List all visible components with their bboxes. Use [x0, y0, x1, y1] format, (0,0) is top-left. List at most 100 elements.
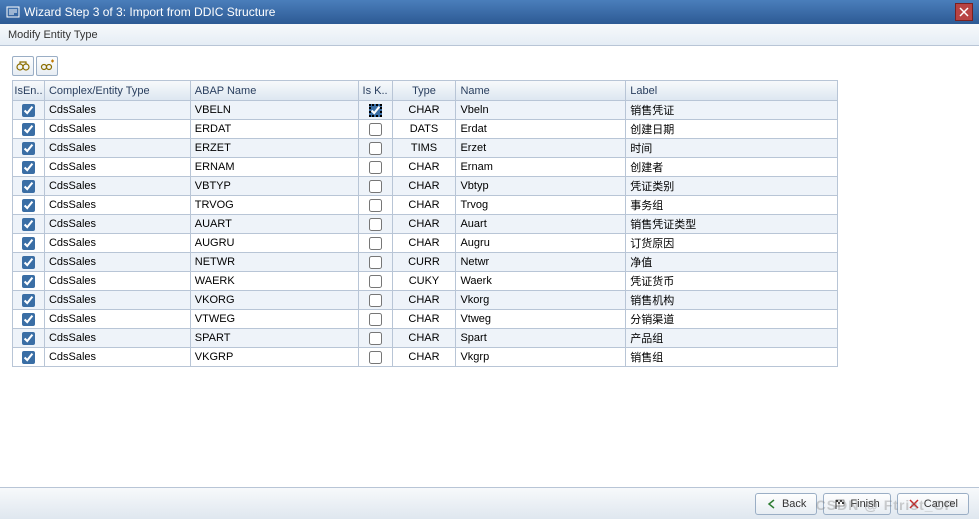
cell-abap[interactable]: ERDAT: [191, 120, 359, 139]
cell-label[interactable]: 产品组: [626, 329, 838, 348]
isk-checkbox[interactable]: [369, 237, 382, 250]
isen-checkbox[interactable]: [22, 294, 35, 307]
isen-checkbox[interactable]: [22, 104, 35, 117]
isen-checkbox[interactable]: [22, 275, 35, 288]
isen-checkbox[interactable]: [22, 313, 35, 326]
back-button[interactable]: Back: [755, 493, 817, 515]
cell-label[interactable]: 创建日期: [626, 120, 838, 139]
isk-checkbox[interactable]: [369, 218, 382, 231]
cell-abap[interactable]: AUGRU: [191, 234, 359, 253]
cell-type[interactable]: CURR: [393, 253, 457, 272]
cell-type[interactable]: CHAR: [393, 329, 457, 348]
cell-name[interactable]: Vkorg: [456, 291, 626, 310]
cell-label[interactable]: 凭证类别: [626, 177, 838, 196]
col-type[interactable]: Type: [393, 81, 457, 101]
isen-checkbox[interactable]: [22, 123, 35, 136]
cell-type[interactable]: CHAR: [393, 196, 457, 215]
isk-checkbox[interactable]: [369, 256, 382, 269]
isk-checkbox[interactable]: [369, 332, 382, 345]
cell-name[interactable]: Trvog: [456, 196, 626, 215]
cell-abap[interactable]: VTWEG: [191, 310, 359, 329]
cell-name[interactable]: Netwr: [456, 253, 626, 272]
cell-label[interactable]: 销售组: [626, 348, 838, 367]
cancel-button[interactable]: Cancel: [897, 493, 969, 515]
cell-name[interactable]: Vbtyp: [456, 177, 626, 196]
cell-label[interactable]: 时间: [626, 139, 838, 158]
cell-label[interactable]: 凭证货币: [626, 272, 838, 291]
cell-name[interactable]: Vtweg: [456, 310, 626, 329]
cell-entity[interactable]: CdsSales: [45, 120, 191, 139]
cell-label[interactable]: 事务组: [626, 196, 838, 215]
cell-label[interactable]: 净值: [626, 253, 838, 272]
isen-checkbox[interactable]: [22, 351, 35, 364]
cell-type[interactable]: DATS: [393, 120, 457, 139]
isk-checkbox[interactable]: [369, 180, 382, 193]
cell-type[interactable]: CHAR: [393, 101, 457, 120]
close-button[interactable]: [955, 3, 973, 21]
cell-type[interactable]: CHAR: [393, 310, 457, 329]
cell-entity[interactable]: CdsSales: [45, 310, 191, 329]
cell-name[interactable]: Augru: [456, 234, 626, 253]
isk-checkbox[interactable]: [369, 351, 382, 364]
isen-checkbox[interactable]: [22, 199, 35, 212]
cell-label[interactable]: 创建者: [626, 158, 838, 177]
cell-type[interactable]: CHAR: [393, 348, 457, 367]
cell-type[interactable]: CHAR: [393, 177, 457, 196]
find-button[interactable]: [12, 56, 34, 76]
isen-checkbox[interactable]: [22, 237, 35, 250]
isen-checkbox[interactable]: [22, 161, 35, 174]
isk-checkbox[interactable]: [369, 313, 382, 326]
cell-name[interactable]: Waerk: [456, 272, 626, 291]
cell-abap[interactable]: ERNAM: [191, 158, 359, 177]
cell-entity[interactable]: CdsSales: [45, 158, 191, 177]
cell-label[interactable]: 销售凭证: [626, 101, 838, 120]
cell-type[interactable]: TIMS: [393, 139, 457, 158]
cell-type[interactable]: CUKY: [393, 272, 457, 291]
cell-label[interactable]: 销售机构: [626, 291, 838, 310]
cell-name[interactable]: Erdat: [456, 120, 626, 139]
cell-type[interactable]: CHAR: [393, 291, 457, 310]
cell-entity[interactable]: CdsSales: [45, 253, 191, 272]
cell-abap[interactable]: AUART: [191, 215, 359, 234]
isk-checkbox[interactable]: [369, 294, 382, 307]
cell-abap[interactable]: NETWR: [191, 253, 359, 272]
isk-checkbox[interactable]: [369, 123, 382, 136]
isen-checkbox[interactable]: [22, 256, 35, 269]
col-label[interactable]: Label: [626, 81, 838, 101]
finish-button[interactable]: Finish: [823, 493, 890, 515]
cell-entity[interactable]: CdsSales: [45, 196, 191, 215]
cell-name[interactable]: Vkgrp: [456, 348, 626, 367]
cell-type[interactable]: CHAR: [393, 158, 457, 177]
find-next-button[interactable]: [36, 56, 58, 76]
isk-checkbox[interactable]: [369, 161, 382, 174]
cell-entity[interactable]: CdsSales: [45, 101, 191, 120]
isk-checkbox[interactable]: [369, 199, 382, 212]
cell-abap[interactable]: VKGRP: [191, 348, 359, 367]
isen-checkbox[interactable]: [22, 332, 35, 345]
cell-entity[interactable]: CdsSales: [45, 234, 191, 253]
cell-entity[interactable]: CdsSales: [45, 272, 191, 291]
cell-entity[interactable]: CdsSales: [45, 177, 191, 196]
cell-abap[interactable]: VKORG: [191, 291, 359, 310]
cell-label[interactable]: 分销渠道: [626, 310, 838, 329]
cell-entity[interactable]: CdsSales: [45, 215, 191, 234]
cell-abap[interactable]: ERZET: [191, 139, 359, 158]
isk-checkbox[interactable]: [369, 104, 382, 117]
cell-entity[interactable]: CdsSales: [45, 291, 191, 310]
cell-entity[interactable]: CdsSales: [45, 348, 191, 367]
cell-name[interactable]: Spart: [456, 329, 626, 348]
col-isk[interactable]: Is K..: [359, 81, 393, 101]
cell-type[interactable]: CHAR: [393, 234, 457, 253]
cell-abap[interactable]: VBELN: [191, 101, 359, 120]
cell-abap[interactable]: TRVOG: [191, 196, 359, 215]
cell-name[interactable]: Ernam: [456, 158, 626, 177]
isen-checkbox[interactable]: [22, 142, 35, 155]
col-isen[interactable]: IsEn..: [13, 81, 45, 101]
isen-checkbox[interactable]: [22, 218, 35, 231]
cell-label[interactable]: 订货原因: [626, 234, 838, 253]
isen-checkbox[interactable]: [22, 180, 35, 193]
cell-abap[interactable]: WAERK: [191, 272, 359, 291]
isk-checkbox[interactable]: [369, 275, 382, 288]
col-abap[interactable]: ABAP Name: [191, 81, 359, 101]
cell-entity[interactable]: CdsSales: [45, 329, 191, 348]
